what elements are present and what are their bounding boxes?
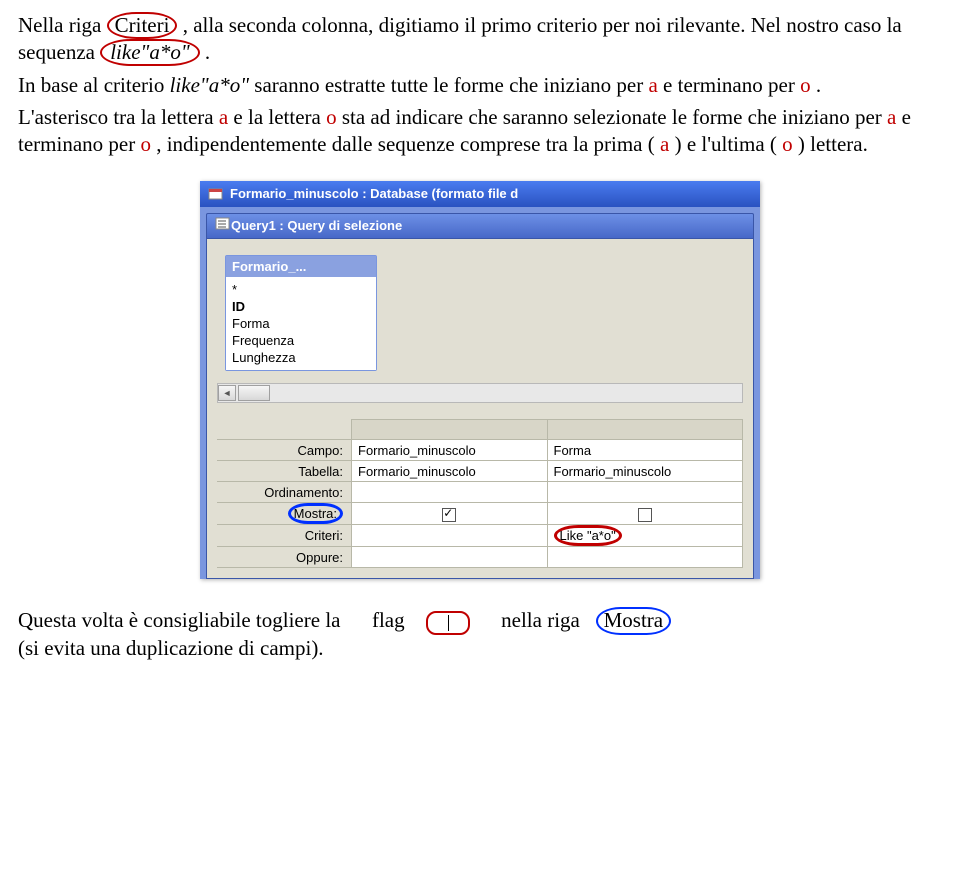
row-label-oppure: Oppure: bbox=[217, 547, 352, 568]
query-window-titlebar[interactable]: Query1 : Query di selezione bbox=[206, 213, 754, 239]
p3-t7: ) lettera. bbox=[798, 132, 868, 156]
flag-icon bbox=[426, 611, 470, 635]
field-forma[interactable]: Forma bbox=[232, 315, 370, 332]
database-icon bbox=[208, 187, 224, 201]
field-frequenza[interactable]: Frequenza bbox=[232, 332, 370, 349]
access-screenshot: Formario_minuscolo : Database (formato f… bbox=[200, 181, 760, 580]
mostra-highlight: Mostra bbox=[596, 607, 672, 634]
row-label-ordinamento: Ordinamento: bbox=[217, 482, 352, 503]
col1-selector[interactable] bbox=[352, 419, 548, 440]
field-id[interactable]: ID bbox=[232, 298, 370, 315]
table-head: Formario_... bbox=[226, 256, 376, 277]
paragraph-3: L'asterisco tra la lettera a e la letter… bbox=[18, 104, 942, 157]
p2-t4: . bbox=[816, 73, 821, 97]
p3-t1: L'asterisco tra la lettera bbox=[18, 105, 219, 129]
cell-tabella-1[interactable]: Formario_minuscolo bbox=[352, 461, 548, 482]
col2-selector[interactable] bbox=[547, 419, 743, 440]
p4-t1: Questa volta è consigliabile togliere la bbox=[18, 608, 340, 632]
p2-like: like"a*o" bbox=[170, 73, 249, 97]
cell-campo-1[interactable]: Formario_minuscolo bbox=[352, 440, 548, 461]
p2-t3: e terminano per bbox=[663, 73, 800, 97]
row-label-tabella: Tabella: bbox=[217, 461, 352, 482]
query-title: Query1 : Query di selezione bbox=[231, 218, 402, 233]
row-label-mostra: Mostra: bbox=[217, 503, 352, 525]
p4-t2: nella riga bbox=[501, 608, 580, 632]
p3-o2: o bbox=[140, 132, 151, 156]
cell-ord-2[interactable] bbox=[547, 482, 743, 503]
like-highlight: like"a*o" bbox=[100, 39, 199, 66]
pane-hscroll[interactable]: ◄ bbox=[217, 383, 743, 403]
cell-oppure-2[interactable] bbox=[547, 547, 743, 568]
p3-t2: e la lettera bbox=[233, 105, 326, 129]
p4-flag: flag bbox=[372, 608, 405, 632]
p4-t3: (si evita una duplicazione di campi). bbox=[18, 636, 324, 660]
cell-oppure-1[interactable] bbox=[352, 547, 548, 568]
p1-t3: . bbox=[205, 40, 210, 64]
db-window-titlebar[interactable]: Formario_minuscolo : Database (formato f… bbox=[200, 181, 760, 207]
p3-t6: ) e l'ultima ( bbox=[675, 132, 777, 156]
p3-a: a bbox=[219, 105, 228, 129]
p2-t2: saranno estratte tutte le forme che iniz… bbox=[254, 73, 648, 97]
row-label-campo: Campo: bbox=[217, 440, 352, 461]
cell-mostra-1[interactable] bbox=[352, 503, 548, 525]
query-icon bbox=[215, 217, 231, 234]
p3-o: o bbox=[326, 105, 337, 129]
cell-campo-2[interactable]: Forma bbox=[547, 440, 743, 461]
table-field-list[interactable]: Formario_... * ID Forma Frequenza Lunghe… bbox=[225, 255, 377, 371]
scroll-thumb[interactable] bbox=[238, 385, 270, 401]
p2-t1: In base al criterio bbox=[18, 73, 170, 97]
cell-criteri-1[interactable] bbox=[352, 525, 548, 547]
cell-tabella-2[interactable]: Formario_minuscolo bbox=[547, 461, 743, 482]
paragraph-4: Questa volta è consigliabile togliere la… bbox=[18, 607, 942, 660]
cell-mostra-2[interactable] bbox=[547, 503, 743, 525]
cell-criteri-2[interactable]: Like "a*o" bbox=[547, 525, 743, 547]
cell-ord-1[interactable] bbox=[352, 482, 548, 503]
criteri-highlight: Criteri bbox=[107, 12, 178, 39]
field-lunghezza[interactable]: Lunghezza bbox=[232, 349, 370, 366]
field-star[interactable]: * bbox=[232, 281, 370, 298]
p3-t3: sta ad indicare che saranno selezionate … bbox=[342, 105, 887, 129]
checkbox-icon[interactable] bbox=[442, 508, 456, 522]
p3-t5: , indipendentemente dalle sequenze compr… bbox=[156, 132, 655, 156]
db-title: Formario_minuscolo : Database (formato f… bbox=[230, 186, 518, 201]
p3-a2: a bbox=[887, 105, 896, 129]
p2-a: a bbox=[648, 73, 657, 97]
row-label-criteri: Criteri: bbox=[217, 525, 352, 547]
query-design-grid: Campo: Formario_minuscolo Forma Tabella:… bbox=[217, 419, 743, 569]
p2-o: o bbox=[800, 73, 811, 97]
p3-a3: a bbox=[660, 132, 669, 156]
paragraph-1: Nella riga Criteri , alla seconda colonn… bbox=[18, 12, 942, 66]
p1-t1: Nella riga bbox=[18, 13, 107, 37]
scroll-left-icon[interactable]: ◄ bbox=[218, 385, 236, 401]
paragraph-2: In base al criterio like"a*o" saranno es… bbox=[18, 72, 942, 98]
p3-o3: o bbox=[782, 132, 793, 156]
checkbox-icon[interactable] bbox=[638, 508, 652, 522]
